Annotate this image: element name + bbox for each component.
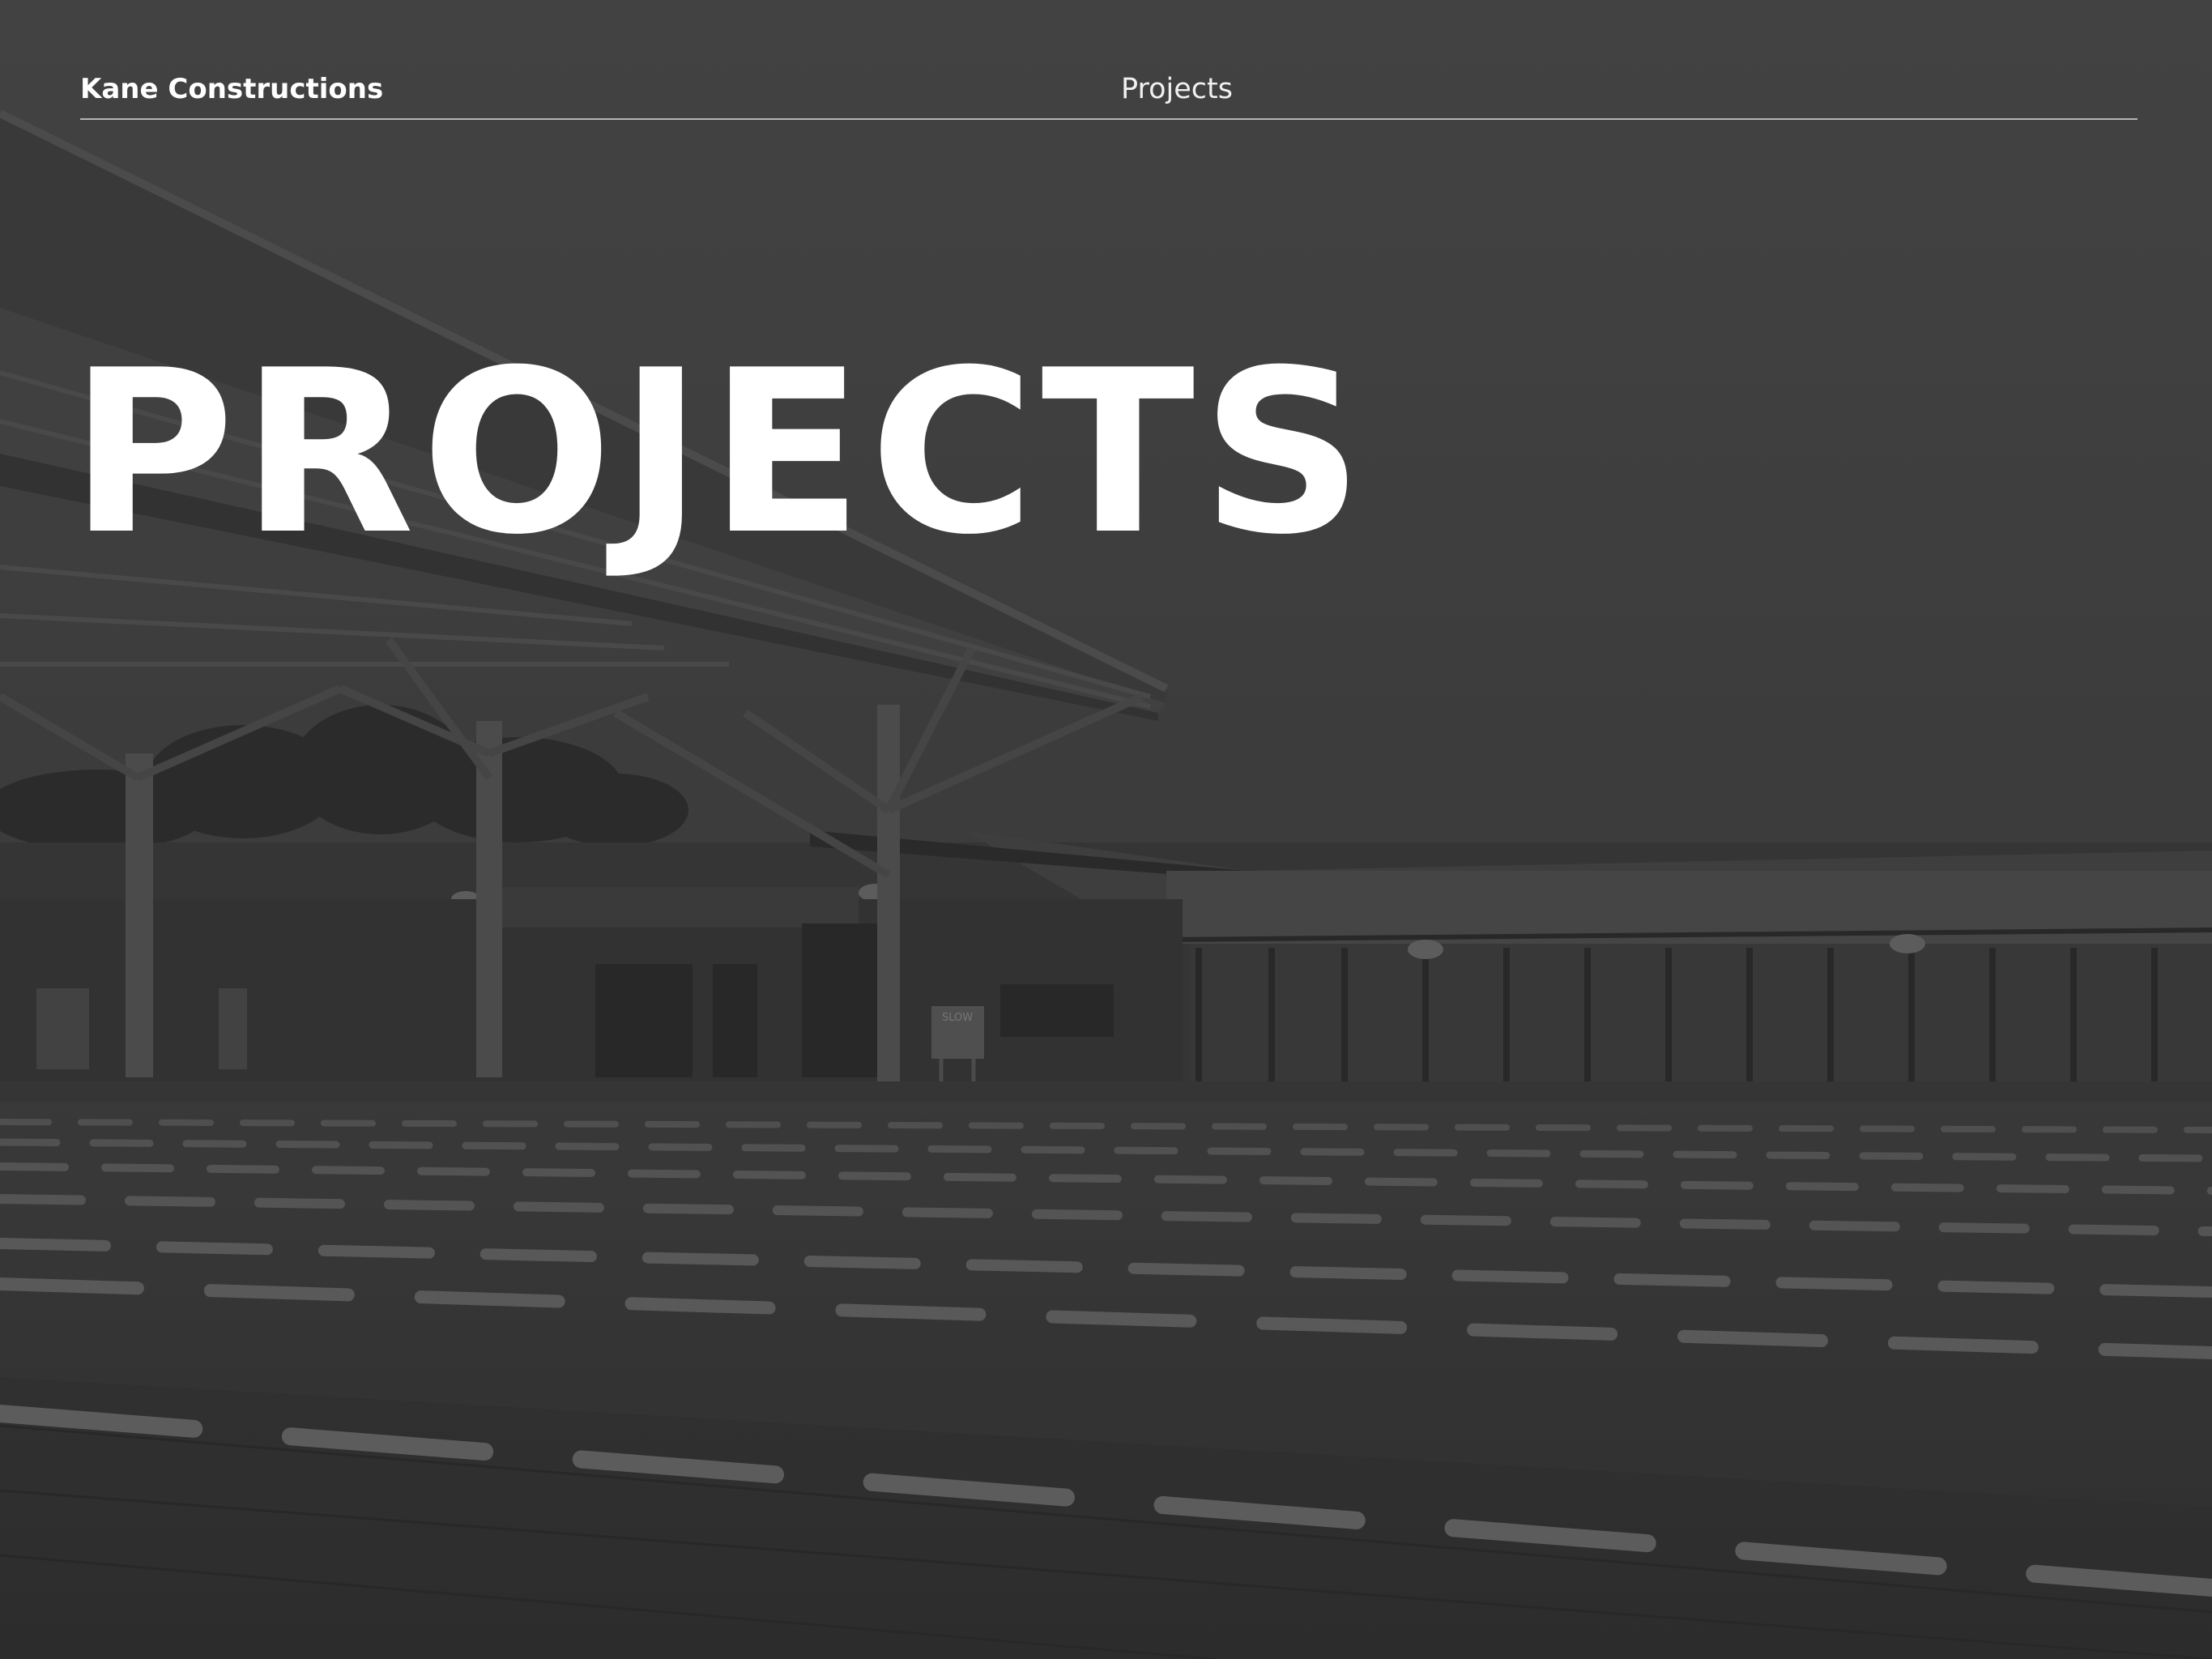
header-divider [80,118,2137,120]
brand-name[interactable]: Kane Constructions [80,73,383,105]
aquatic-centre-background-photo: SLOW [0,0,2212,1659]
section-label: Projects [1121,73,1233,105]
hero-title: PROJECTS [70,322,1370,584]
page: SLOW Kane Constructions Projects PROJECT… [0,0,2212,1659]
page-header: Kane Constructions Projects [80,71,2137,118]
